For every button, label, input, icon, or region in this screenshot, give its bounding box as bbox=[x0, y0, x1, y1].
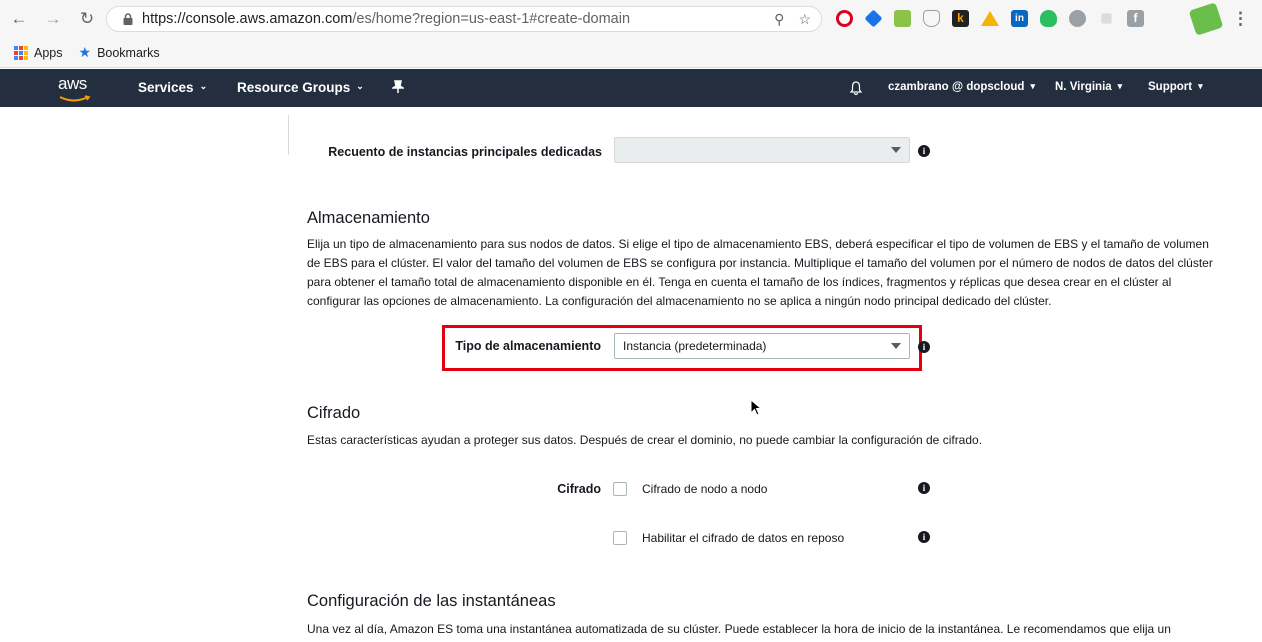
storage-type-select[interactable]: Instancia (predeterminada) bbox=[614, 333, 910, 359]
chevron-down-icon: ▾ bbox=[1117, 80, 1123, 91]
support-label: Support bbox=[1148, 81, 1193, 93]
account-menu[interactable]: czambrano @ dopscloud ▾ bbox=[888, 80, 1035, 94]
account-label: czambrano @ dopscloud bbox=[888, 81, 1025, 93]
cloud-extension-icon[interactable] bbox=[1069, 10, 1086, 27]
facebook-icon[interactable]: f bbox=[1127, 10, 1144, 27]
chrome-menu-icon[interactable]: ⋮ bbox=[1232, 9, 1249, 29]
drive-extension-icon[interactable] bbox=[981, 11, 999, 26]
opera-icon[interactable] bbox=[836, 10, 853, 27]
region-label: N. Virginia bbox=[1055, 81, 1112, 93]
dedicated-master-count-select[interactable] bbox=[614, 137, 910, 163]
resource-groups-label: Resource Groups bbox=[237, 80, 351, 95]
resource-groups-menu[interactable]: Resource Groups ⌄ bbox=[237, 80, 364, 95]
storage-type-value: Instancia (predeterminada) bbox=[623, 339, 767, 353]
services-label: Services bbox=[138, 80, 194, 95]
linkedin-icon[interactable]: in bbox=[1011, 10, 1028, 27]
reload-icon[interactable]: ↻ bbox=[76, 8, 98, 30]
aws-logo-text: aws bbox=[58, 74, 87, 93]
section-divider bbox=[288, 115, 289, 155]
region-menu[interactable]: N. Virginia ▾ bbox=[1055, 80, 1123, 94]
dropdown-arrow-icon bbox=[891, 343, 901, 349]
info-icon[interactable]: i bbox=[918, 482, 930, 494]
info-icon[interactable]: i bbox=[918, 531, 930, 543]
address-bar[interactable]: https://console.aws.amazon.com/es/home?r… bbox=[106, 6, 822, 32]
green-extension-icon[interactable] bbox=[894, 10, 911, 27]
lock-icon bbox=[123, 13, 133, 25]
url-host: https://console.aws.amazon.com bbox=[142, 11, 353, 27]
bookmarks-bar: Apps ★ Bookmarks bbox=[0, 38, 1262, 68]
profile-avatar-icon[interactable] bbox=[1188, 2, 1224, 36]
zoom-icon[interactable]: ⚲ bbox=[774, 11, 784, 28]
star-icon: ★ bbox=[78, 44, 92, 60]
info-icon[interactable]: i bbox=[918, 145, 930, 157]
encryption-label: Cifrado bbox=[557, 482, 601, 496]
snapshot-section-title: Configuración de las instantáneas bbox=[307, 592, 556, 610]
aws-smile-icon bbox=[59, 95, 91, 102]
pin-icon[interactable] bbox=[392, 80, 404, 94]
forward-icon[interactable]: → bbox=[42, 8, 64, 30]
extensions-bar: k in f bbox=[836, 9, 1144, 28]
url-path: /es/home?region=us-east-1#create-domain bbox=[352, 11, 631, 27]
shield-extension-icon[interactable] bbox=[923, 10, 940, 27]
storage-description: Elija un tipo de almacenamiento para sus… bbox=[307, 237, 1213, 308]
bookmark-star-icon[interactable]: ☆ bbox=[798, 11, 811, 28]
aws-console-navbar: aws Services ⌄ Resource Groups ⌄ czambra… bbox=[0, 69, 1262, 107]
bookmark-bookmarks[interactable]: ★ Bookmarks bbox=[79, 44, 160, 61]
apps-grid-icon bbox=[14, 45, 28, 60]
dedicated-master-count-label: Recuento de instancias principales dedic… bbox=[328, 145, 602, 159]
info-icon[interactable]: i bbox=[918, 341, 930, 353]
encryption-at-rest-label[interactable]: Habilitar el cifrado de datos en reposo bbox=[642, 531, 844, 545]
create-domain-page: Recuento de instancias principales dedic… bbox=[0, 107, 1262, 642]
node-to-node-encryption-checkbox[interactable] bbox=[613, 482, 627, 496]
node-to-node-encryption-label[interactable]: Cifrado de nodo a nodo bbox=[642, 482, 767, 496]
mouse-cursor-icon bbox=[750, 399, 763, 416]
tree-extension-icon[interactable] bbox=[1101, 13, 1112, 24]
bookmark-bookmarks-label: Bookmarks bbox=[97, 45, 160, 60]
support-menu[interactable]: Support ▾ bbox=[1148, 80, 1203, 94]
evernote-icon[interactable] bbox=[1040, 10, 1057, 27]
diamond-extension-icon[interactable] bbox=[864, 9, 883, 28]
snapshot-description: Una vez al día, Amazon ES toma una insta… bbox=[307, 622, 1171, 636]
browser-toolbar: ← → ↻ https://console.aws.amazon.com/es/… bbox=[0, 0, 1262, 38]
chevron-down-icon: ⌄ bbox=[356, 81, 364, 91]
chevron-down-icon: ▾ bbox=[1198, 80, 1203, 91]
bookmark-apps[interactable]: Apps bbox=[14, 45, 63, 60]
encryption-at-rest-checkbox[interactable] bbox=[613, 531, 627, 545]
services-menu[interactable]: Services ⌄ bbox=[138, 80, 207, 95]
url-text: https://console.aws.amazon.com/es/home?r… bbox=[142, 11, 630, 27]
encryption-description: Estas características ayudan a proteger … bbox=[307, 433, 983, 447]
encryption-section-title: Cifrado bbox=[307, 404, 361, 422]
aws-logo[interactable]: aws bbox=[58, 74, 92, 102]
storage-type-label: Tipo de almacenamiento bbox=[455, 339, 601, 353]
bookmark-apps-label: Apps bbox=[34, 45, 63, 60]
chevron-down-icon: ⌄ bbox=[199, 81, 208, 91]
dropdown-arrow-icon bbox=[891, 147, 901, 153]
k-extension-icon[interactable]: k bbox=[952, 10, 969, 27]
back-icon[interactable]: ← bbox=[8, 8, 30, 30]
chevron-down-icon: ▾ bbox=[1030, 80, 1035, 91]
bell-icon[interactable] bbox=[850, 81, 862, 95]
storage-section-title: Almacenamiento bbox=[307, 209, 430, 227]
